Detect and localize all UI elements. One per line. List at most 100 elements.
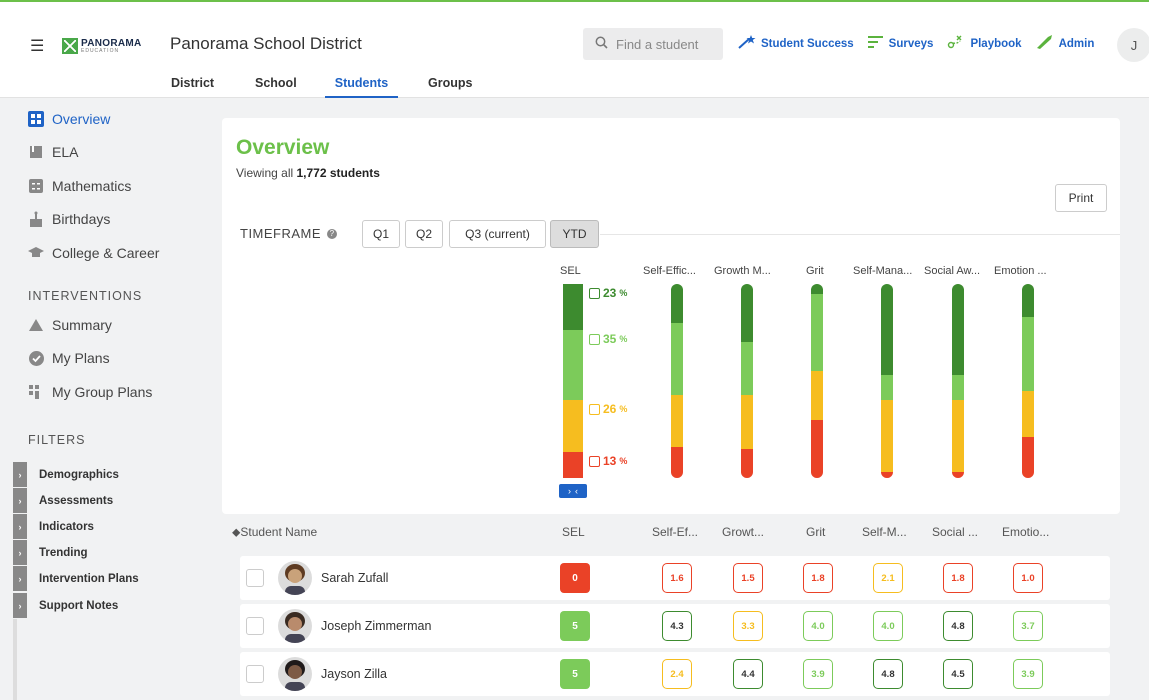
nav-label: Playbook xyxy=(970,37,1022,50)
sidebar-item-mathematics[interactable]: Mathematics xyxy=(28,178,131,194)
column-header-student-name[interactable]: ⬥Student Name xyxy=(232,525,317,540)
score-badge[interactable]: 4.5 xyxy=(943,659,973,689)
percent-value: 26 xyxy=(603,402,617,416)
filter-label: Support Notes xyxy=(39,599,119,612)
tab-school[interactable]: School xyxy=(255,76,297,96)
column-header-grit[interactable]: Grit xyxy=(806,525,825,539)
stacked-bar[interactable] xyxy=(671,284,683,478)
timeframe-q2-button[interactable]: Q2 xyxy=(405,220,443,248)
row-checkbox[interactable] xyxy=(246,569,264,587)
score-badge[interactable]: 1.6 xyxy=(662,563,692,593)
checkbox-icon xyxy=(589,455,600,467)
student-photo[interactable] xyxy=(278,561,312,595)
timeframe-q1-button[interactable]: Q1 xyxy=(362,220,400,248)
help-icon[interactable]: ? xyxy=(327,228,338,239)
sel-score-badge[interactable]: 5 xyxy=(560,611,590,641)
stacked-bar[interactable] xyxy=(952,284,964,478)
stacked-bar[interactable] xyxy=(741,284,753,478)
score-badge[interactable]: 3.9 xyxy=(1013,659,1043,689)
score-badge[interactable]: 4.8 xyxy=(943,611,973,641)
column-header-self-efficacy[interactable]: Self-Ef... xyxy=(652,525,698,539)
checkbox-icon xyxy=(589,333,600,345)
nav-playbook[interactable]: Playbook xyxy=(947,35,1022,52)
tab-groups[interactable]: Groups xyxy=(428,76,472,96)
print-button[interactable]: Print xyxy=(1055,184,1107,212)
stacked-bar[interactable] xyxy=(811,284,823,478)
panorama-logo-mark xyxy=(62,38,78,54)
student-photo[interactable] xyxy=(278,609,312,643)
score-badge[interactable]: 3.7 xyxy=(1013,611,1043,641)
sidebar-item-label: College & Career xyxy=(52,245,160,261)
score-badge[interactable]: 3.9 xyxy=(803,659,833,689)
panorama-logo[interactable]: PANORAMA EDUCATION xyxy=(62,38,142,54)
tab-students[interactable]: Students xyxy=(325,76,398,98)
column-header-self-management[interactable]: Self-M... xyxy=(862,525,907,539)
user-avatar[interactable]: J xyxy=(1117,28,1149,62)
score-badge[interactable]: 1.8 xyxy=(803,563,833,593)
filter-demographics[interactable]: › Demographics xyxy=(13,462,199,487)
filter-assessments[interactable]: › Assessments xyxy=(13,488,199,513)
column-header-emotion-regulation[interactable]: Emotio... xyxy=(1002,525,1049,539)
percent-value: 13 xyxy=(603,454,617,468)
sel-score-badge[interactable]: 5 xyxy=(560,659,590,689)
column-header-growth-mindset[interactable]: Growt... xyxy=(722,525,764,539)
sel-percent-label[interactable]: 23% xyxy=(589,286,627,300)
score-badge[interactable]: 3.3 xyxy=(733,611,763,641)
column-header-sel[interactable]: SEL xyxy=(562,525,585,539)
score-badge[interactable]: 1.5 xyxy=(733,563,763,593)
sidebar-item-overview[interactable]: Overview xyxy=(28,111,110,127)
nav-admin[interactable]: Admin xyxy=(1036,35,1094,52)
nav-surveys[interactable]: Surveys xyxy=(867,35,933,52)
student-name[interactable]: Sarah Zufall xyxy=(321,571,388,585)
filter-intervention-plans[interactable]: › Intervention Plans xyxy=(13,566,199,591)
student-name[interactable]: Jayson Zilla xyxy=(321,667,387,681)
filter-trending[interactable]: › Trending xyxy=(13,540,199,565)
filter-indicators[interactable]: › Indicators xyxy=(13,514,199,539)
row-checkbox[interactable] xyxy=(246,665,264,683)
student-photo[interactable] xyxy=(278,657,312,691)
score-badge[interactable]: 4.0 xyxy=(873,611,903,641)
score-badge[interactable]: 4.0 xyxy=(803,611,833,641)
calculator-icon xyxy=(28,178,44,194)
score-badge[interactable]: 4.8 xyxy=(873,659,903,689)
search-input[interactable]: Find a student xyxy=(583,28,723,60)
sel-percent-label[interactable]: 35% xyxy=(589,332,627,346)
column-header-social-awareness[interactable]: Social ... xyxy=(932,525,978,539)
nav-label: Student Success xyxy=(761,37,854,50)
bar-segment xyxy=(881,400,893,473)
menu-icon[interactable]: ☰ xyxy=(30,36,44,56)
sidebar-item-college-career[interactable]: College & Career xyxy=(28,245,159,261)
sidebar-item-ela[interactable]: ELA xyxy=(28,144,78,160)
student-name[interactable]: Joseph Zimmerman xyxy=(321,619,431,633)
expand-collapse-toggle[interactable]: › ‹ xyxy=(559,484,587,498)
filter-support-notes[interactable]: › Support Notes xyxy=(13,593,199,618)
bar-label: Growth M... xyxy=(714,265,771,277)
sidebar-item-summary[interactable]: Summary xyxy=(28,317,112,333)
timeframe-q3-button[interactable]: Q3 (current) xyxy=(449,220,546,248)
score-badge[interactable]: 2.4 xyxy=(662,659,692,689)
stacked-bar[interactable] xyxy=(1022,284,1034,478)
sel-score-badge[interactable]: 0 xyxy=(560,563,590,593)
score-badge[interactable]: 4.4 xyxy=(733,659,763,689)
score-badge[interactable]: 2.1 xyxy=(873,563,903,593)
score-badge[interactable]: 1.0 xyxy=(1013,563,1043,593)
bar-segment xyxy=(563,400,583,452)
score-badge[interactable]: 1.8 xyxy=(943,563,973,593)
sidebar-item-label: Summary xyxy=(52,317,112,333)
score-badge[interactable]: 4.3 xyxy=(662,611,692,641)
sidebar-item-my-plans[interactable]: My Plans xyxy=(28,350,110,366)
sidebar-item-birthdays[interactable]: Birthdays xyxy=(28,211,110,227)
sidebar-item-my-group-plans[interactable]: My Group Plans xyxy=(28,384,152,400)
graduation-cap-icon xyxy=(28,245,44,261)
timeframe-ytd-button[interactable]: YTD xyxy=(550,220,599,248)
bar-label: Emotion ... xyxy=(994,265,1047,277)
nav-student-success[interactable]: Student Success xyxy=(738,35,854,52)
sel-percent-label[interactable]: 13% xyxy=(589,454,627,468)
sel-percent-label[interactable]: 26% xyxy=(589,402,627,416)
percent-value: 35 xyxy=(603,332,617,346)
stacked-bar[interactable] xyxy=(563,284,583,478)
row-checkbox[interactable] xyxy=(246,617,264,635)
sidebar-item-label: My Plans xyxy=(52,350,110,366)
tab-district[interactable]: District xyxy=(171,76,214,96)
stacked-bar[interactable] xyxy=(881,284,893,478)
